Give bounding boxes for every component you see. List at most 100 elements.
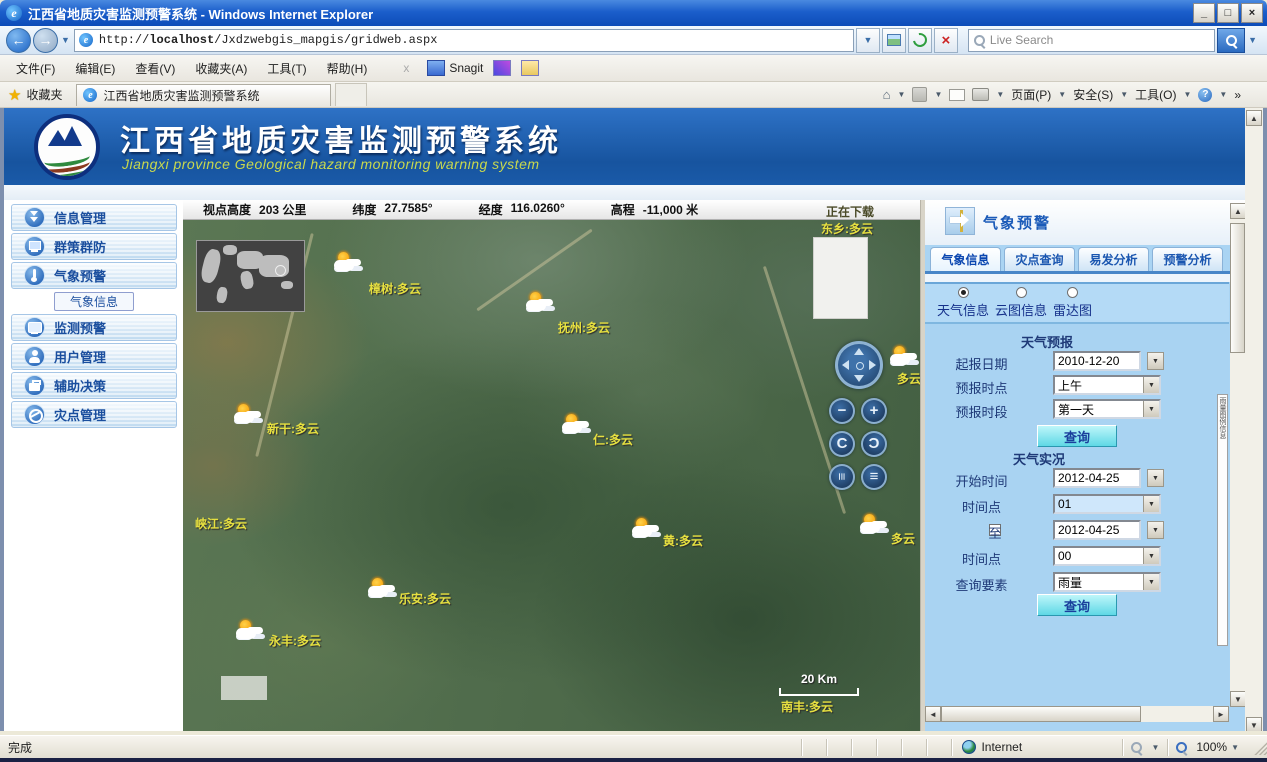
panel-tab[interactable]: 预警分析 xyxy=(1152,247,1223,271)
tilt-button[interactable]: ≡ xyxy=(829,464,855,490)
menu-item[interactable]: 帮助(H) xyxy=(317,59,378,79)
weather-marker-label[interactable]: 南丰:多云 xyxy=(781,698,833,715)
page-scroll-up-icon[interactable]: ▲ xyxy=(1246,110,1262,126)
weather-cloud-sun-icon[interactable] xyxy=(889,346,919,368)
panel-scroll-up-icon[interactable]: ▲ xyxy=(1230,203,1245,219)
protected-mode-cell[interactable]: ▼ xyxy=(1122,739,1167,756)
panel-scroll-thumb[interactable] xyxy=(1230,223,1245,353)
combo-dropdown-icon[interactable]: ▼ xyxy=(1147,469,1164,487)
map-container[interactable]: 视点高度203 公里纬度27.7585°经度116.0260°高程-11,000… xyxy=(183,200,920,731)
pan-control[interactable] xyxy=(835,341,883,389)
panel-tab[interactable]: 易发分析 xyxy=(1078,247,1149,271)
weather-cloud-sun-icon[interactable] xyxy=(235,620,265,642)
window-title-bar[interactable]: e 江西省地质灾害监测预警系统 - Windows Internet Explo… xyxy=(0,0,1267,26)
menu-item[interactable]: 查看(V) xyxy=(125,59,185,79)
panel-scroll-left-icon[interactable]: ◄ xyxy=(925,706,941,722)
safety-menu[interactable]: 安全(S) xyxy=(1073,86,1113,103)
close-button[interactable]: × xyxy=(1241,3,1263,23)
compatibility-button[interactable] xyxy=(882,28,906,53)
radio-button[interactable] xyxy=(958,287,969,298)
search-input[interactable]: Live Search xyxy=(968,29,1215,52)
rss-feed-icon[interactable] xyxy=(912,87,927,102)
sidebar-subitem-active[interactable]: 气象信息 xyxy=(54,292,134,311)
print-icon[interactable] xyxy=(972,88,989,101)
combo-dropdown-icon[interactable]: ▼ xyxy=(1147,521,1164,539)
forecast-query-button[interactable]: 查询 xyxy=(1037,425,1117,447)
refresh-button[interactable] xyxy=(908,28,932,53)
layers-button[interactable]: ≡ xyxy=(861,464,887,490)
weather-marker-label[interactable]: 樟树:多云 xyxy=(369,280,421,297)
weather-marker-label[interactable]: 抚州:多云 xyxy=(558,319,610,336)
url-input[interactable]: e http://localhost/Jxdzwebgis_mapgis/gri… xyxy=(74,29,854,52)
panel-hscroll-thumb[interactable] xyxy=(941,706,1141,722)
weather-marker-label[interactable]: 东乡:多云 xyxy=(821,220,873,237)
pan-right-icon[interactable] xyxy=(869,360,876,370)
url-dropdown-button[interactable]: ▼ xyxy=(856,28,880,53)
weather-marker-label[interactable]: 永丰:多云 xyxy=(269,632,321,649)
page-scrollbar[interactable]: ▲ ▼ xyxy=(1245,108,1263,735)
resize-grip[interactable] xyxy=(1251,739,1267,755)
weather-cloud-sun-icon[interactable] xyxy=(525,292,555,314)
panel-scroll-down-icon[interactable]: ▼ xyxy=(1230,691,1245,707)
actual-query-button[interactable]: 查询 xyxy=(1037,594,1117,616)
combo-dropdown-icon[interactable]: ▼ xyxy=(1143,574,1159,590)
weather-marker-label[interactable]: 乐安:多云 xyxy=(399,590,451,607)
zoom-out-button[interactable]: − xyxy=(829,398,855,424)
sidebar-item[interactable]: 群策群防 xyxy=(11,233,177,260)
panel-scroll-right-icon[interactable]: ► xyxy=(1213,706,1229,722)
panel-tab[interactable]: 灾点查询 xyxy=(1004,247,1075,271)
search-options-icon[interactable]: ▼ xyxy=(1248,35,1257,45)
panel-horizontal-scrollbar[interactable]: ◄ ► xyxy=(925,706,1229,722)
collapsed-vertical-strip[interactable]: 雨量图例信息 xyxy=(1217,394,1228,646)
overview-map[interactable] xyxy=(196,240,305,312)
overflow-chevron[interactable]: » xyxy=(1234,88,1241,102)
sidebar-item[interactable]: 灾点管理 xyxy=(11,401,177,428)
pan-down-icon[interactable] xyxy=(854,375,864,382)
snagit-label[interactable]: Snagit xyxy=(449,61,483,75)
combo-dropdown-icon[interactable]: ▼ xyxy=(1143,377,1159,393)
minimize-button[interactable]: _ xyxy=(1193,3,1215,23)
menu-item[interactable]: 编辑(E) xyxy=(65,59,125,79)
sidebar-item[interactable]: 气象预警 xyxy=(11,262,177,289)
radio-option[interactable]: 天气信息 xyxy=(937,284,989,322)
panel-vertical-scrollbar[interactable]: ▲ ▼ xyxy=(1230,203,1245,707)
radio-button[interactable] xyxy=(1067,287,1078,298)
zoom-in-button[interactable]: + xyxy=(861,398,887,424)
stop-button[interactable]: × xyxy=(934,28,958,53)
combo-dropdown-icon[interactable]: ▼ xyxy=(1143,401,1159,417)
browser-tab[interactable]: e 江西省地质灾害监测预警系统 xyxy=(76,84,331,106)
radio-button[interactable] xyxy=(1016,287,1027,298)
zoom-control[interactable]: 100% ▼ xyxy=(1167,739,1247,756)
back-button[interactable]: ← xyxy=(6,28,31,53)
favorites-label[interactable]: 收藏夹 xyxy=(26,86,62,103)
pan-up-icon[interactable] xyxy=(854,348,864,355)
weather-marker-label[interactable]: 峡江:多云 xyxy=(195,515,247,532)
weather-marker-label[interactable]: 多云 xyxy=(897,370,920,387)
radio-option[interactable]: 雷达图 xyxy=(1053,284,1092,322)
weather-cloud-sun-icon[interactable] xyxy=(233,404,263,426)
rotate-cw-button[interactable]: C xyxy=(861,431,887,457)
form-combobox[interactable]: 2012-04-25 xyxy=(1053,468,1141,488)
form-combobox[interactable]: 雨量▼ xyxy=(1053,572,1161,592)
pan-center-icon[interactable] xyxy=(856,362,864,370)
sidebar-item[interactable]: 监测预警 xyxy=(11,314,177,341)
favorites-star-icon[interactable]: ★ xyxy=(8,86,21,104)
rotate-ccw-button[interactable]: C xyxy=(829,431,855,457)
form-combobox[interactable]: 第一天▼ xyxy=(1053,399,1161,419)
read-mail-icon[interactable] xyxy=(949,89,965,101)
form-combobox[interactable]: 01▼ xyxy=(1053,494,1161,514)
weather-marker-label[interactable]: 黄:多云 xyxy=(663,532,703,549)
sidebar-item[interactable]: 信息管理 xyxy=(11,204,177,231)
weather-cloud-sun-icon[interactable] xyxy=(859,514,889,536)
tools-menu[interactable]: 工具(O) xyxy=(1135,86,1176,103)
history-dropdown-icon[interactable]: ▼ xyxy=(61,35,70,45)
form-combobox[interactable]: 2010-12-20 xyxy=(1053,351,1141,371)
search-go-button[interactable] xyxy=(1217,28,1245,53)
weather-cloud-sun-icon[interactable] xyxy=(631,518,661,540)
weather-marker-label[interactable]: 仁:多云 xyxy=(593,431,633,448)
new-tab-stub[interactable] xyxy=(335,83,367,106)
menu-item[interactable]: 文件(F) xyxy=(6,59,65,79)
combo-dropdown-icon[interactable]: ▼ xyxy=(1147,352,1164,370)
map-canvas[interactable]: 东乡:多云樟树:多云抚州:多云新干:多云仁:多云峡江:多云黄:多云多云乐安:多云… xyxy=(183,220,920,731)
form-combobox[interactable]: 2012-04-25 xyxy=(1053,520,1141,540)
